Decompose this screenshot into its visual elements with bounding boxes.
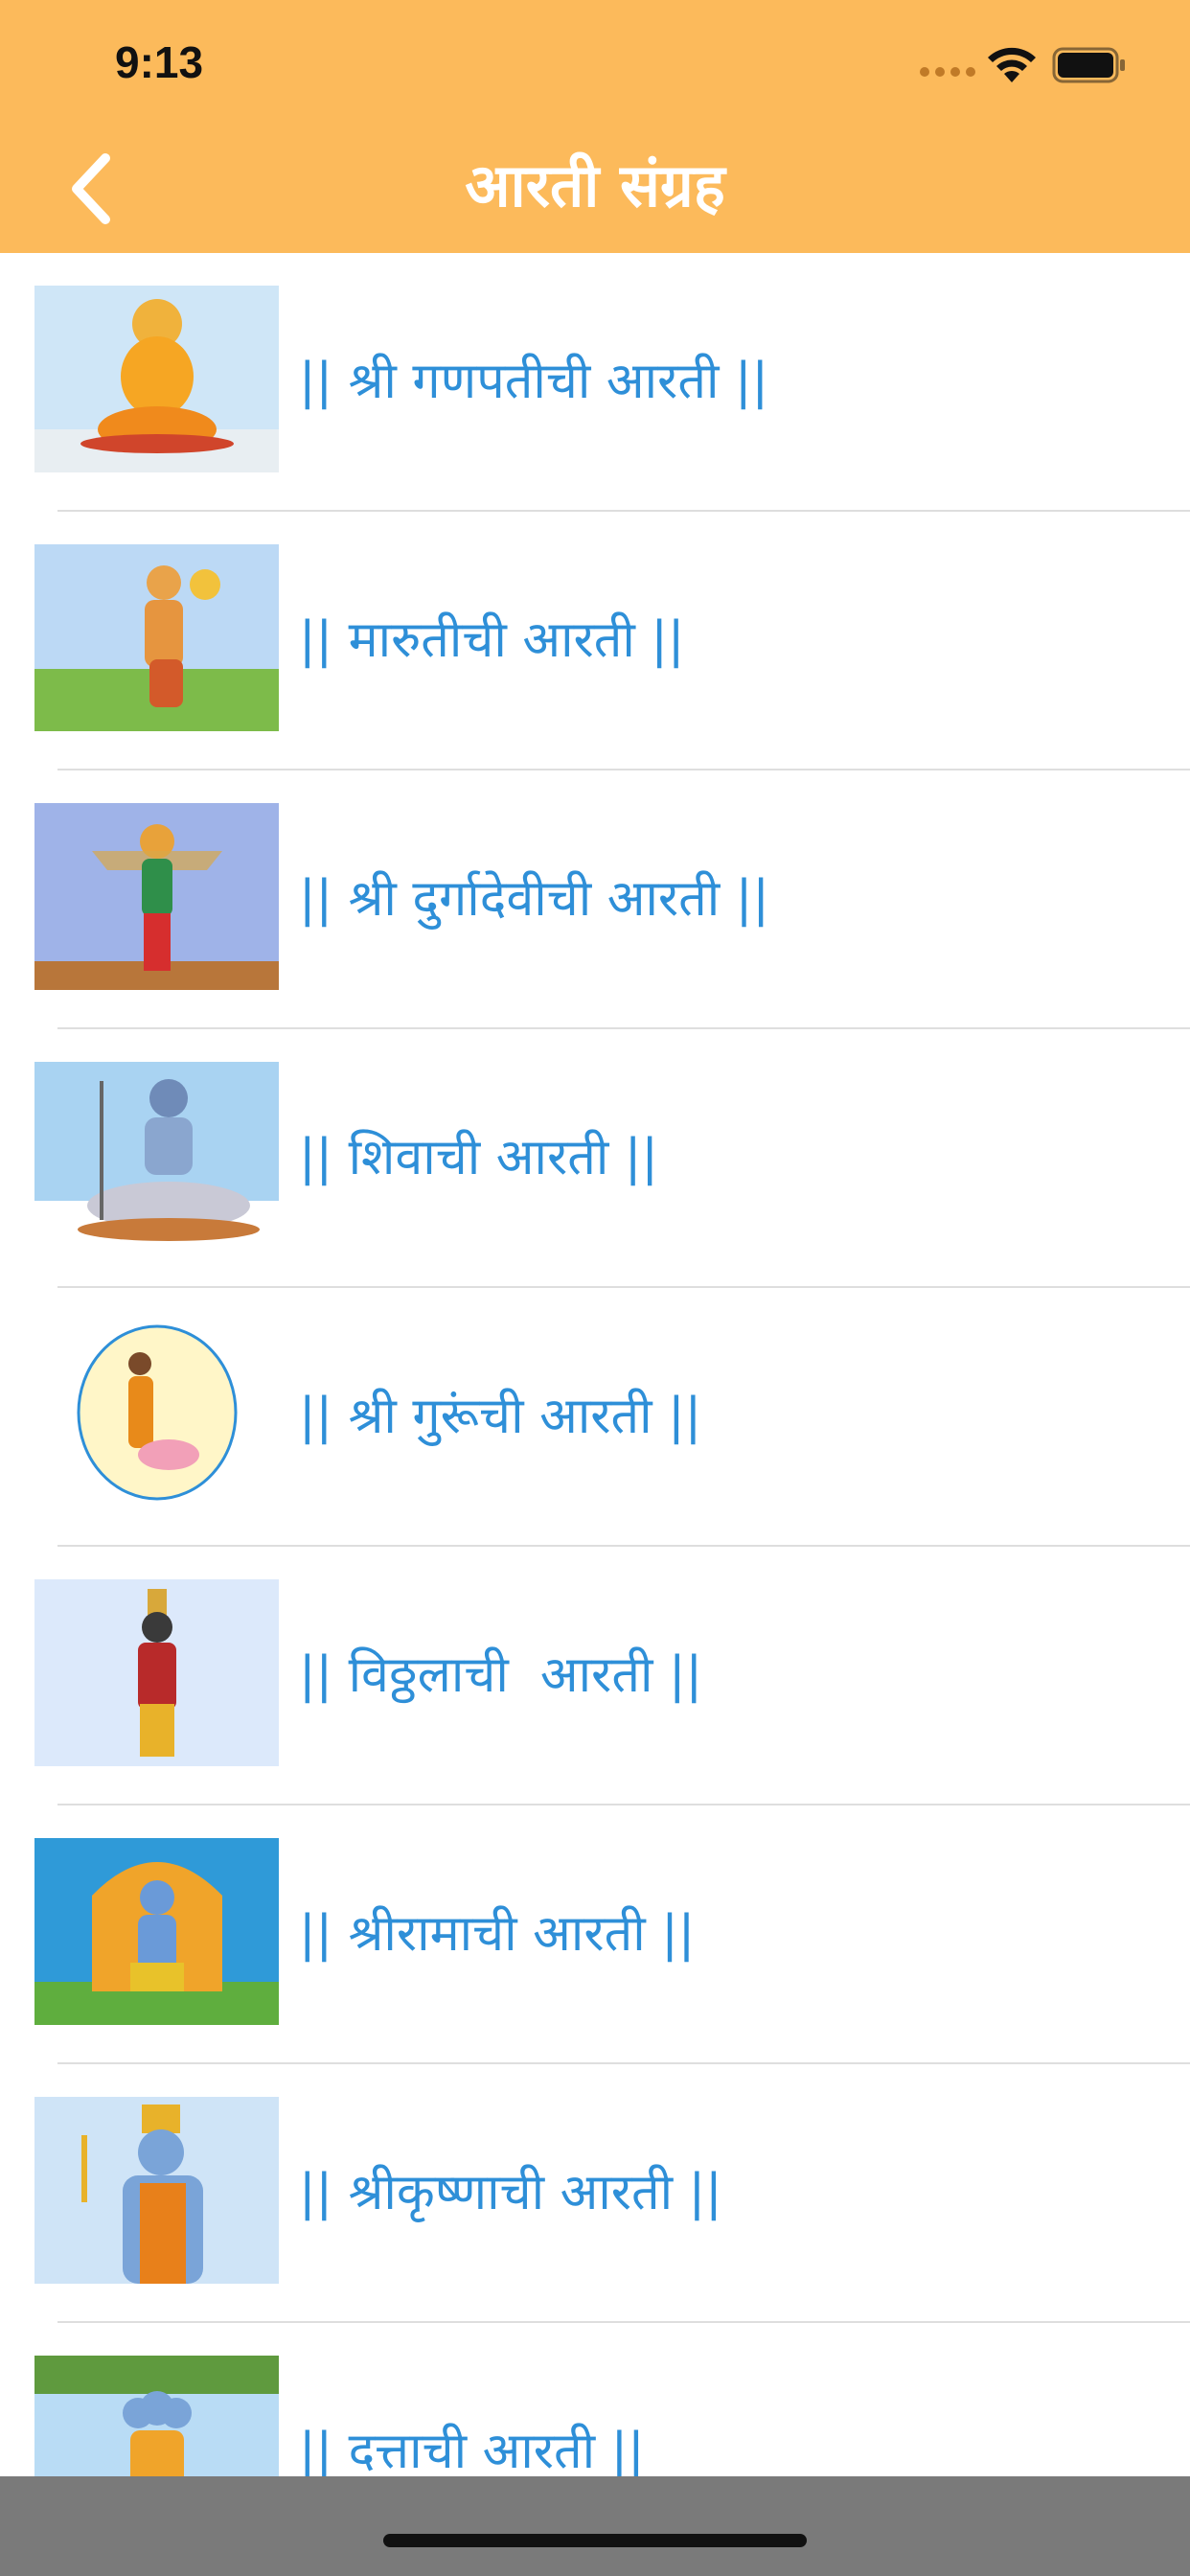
signal-dots-icon (920, 67, 975, 80)
shri-ram-image (34, 1838, 279, 2025)
aarti-label: || श्रीरामाची आरती || (299, 1905, 696, 1963)
status-time: 9:13 (115, 37, 204, 87)
battery-icon (1052, 47, 1125, 83)
aarti-label: || शिवाची आरती || (299, 1129, 658, 1186)
wifi-icon (988, 47, 1036, 82)
home-indicator-bar (0, 2476, 1190, 2576)
aarti-label: || श्री गणपतीची आरती || (299, 353, 769, 410)
screen: 9:13 आरती संग्रह || श्री गणपतीची आरती ||… (0, 0, 1190, 2576)
aarti-label: || श्री दुर्गादेवीची आरती || (299, 870, 769, 928)
aarti-list-item-vitthal[interactable]: || विठ्ठलाची आरती || (0, 1547, 1190, 1806)
aarti-list-item-durga-devi[interactable]: || श्री दुर्गादेवीची आरती || (0, 770, 1190, 1029)
aarti-label: || मारुतीची आरती || (299, 611, 685, 669)
guru-image (34, 1321, 279, 1507)
aarti-list-item-maruti[interactable]: || मारुतीची आरती || (0, 512, 1190, 770)
aarti-label: || श्रीकृष्णाची आरती || (299, 2164, 722, 2221)
home-indicator[interactable] (383, 2534, 807, 2547)
aarti-list-item-ganpati[interactable]: || श्री गणपतीची आरती || (0, 253, 1190, 512)
ganpati-image (34, 286, 279, 472)
aarti-list-item-shiva[interactable]: || शिवाची आरती || (0, 1029, 1190, 1288)
aarti-label: || दत्ताची आरती || (299, 2423, 645, 2480)
aarti-list-item-guru[interactable]: || श्री गुरूंची आरती || (0, 1288, 1190, 1547)
navigation-header: 9:13 आरती संग्रह (0, 0, 1190, 253)
aarti-list-item-shri-krishna[interactable]: || श्रीकृष्णाची आरती || (0, 2064, 1190, 2323)
vitthal-image (34, 1579, 279, 1766)
maruti-image (34, 544, 279, 731)
aarti-list-item-shri-ram[interactable]: || श्रीरामाची आरती || (0, 1806, 1190, 2064)
durga-devi-image (34, 803, 279, 990)
aarti-label: || विठ्ठलाची आरती || (299, 1646, 702, 1704)
shri-krishna-image (34, 2097, 279, 2284)
page-title: आरती संग्रह (465, 150, 725, 220)
aarti-label: || श्री गुरूंची आरती || (299, 1388, 702, 1445)
aarti-list: || श्री गणपतीची आरती || || मारुतीची आरती… (0, 253, 1190, 2576)
shiva-image (34, 1062, 279, 1249)
